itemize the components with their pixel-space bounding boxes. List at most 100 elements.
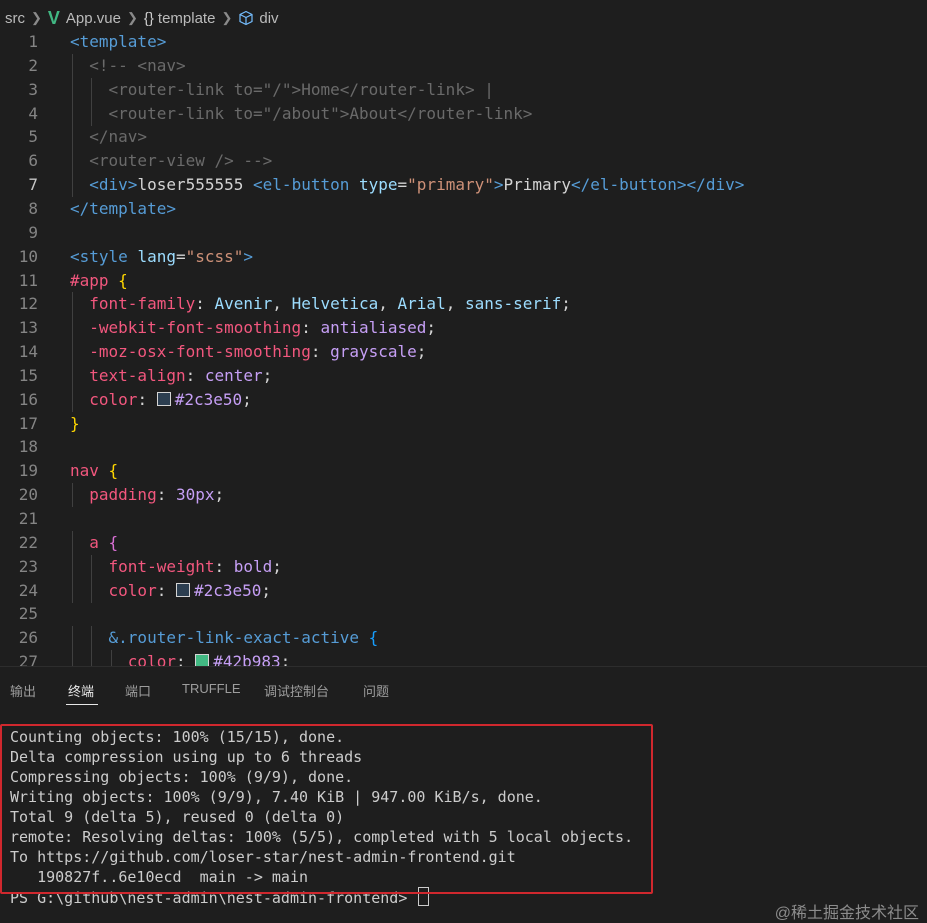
code-text: padding: 30px; [70,483,224,507]
code-token: color [127,652,176,666]
code-line[interactable]: 12 font-family: Avenir, Helvetica, Arial… [0,292,927,317]
code-line[interactable]: 3 <router-link to="/">Home</router-link>… [0,77,927,102]
highlight-box [0,724,653,894]
code-token: "scss" [185,246,244,266]
code-editor[interactable]: 1 <template> 2 <!-- <nav> 3 <router-link to… [0,30,927,666]
code-token: ; [561,294,571,314]
code-text: font-weight: bold; [70,555,282,579]
code-line[interactable]: 11 #app { [0,269,927,293]
code-line[interactable]: 25 [0,602,927,626]
code-line[interactable]: 23 font-weight: bold; [0,554,927,579]
code-line[interactable]: 20 padding: 30px; [0,483,927,508]
breadcrumb-section[interactable]: template [158,10,216,27]
chevron-right-icon: ❯ [31,10,42,25]
code-text: </template> [70,197,176,221]
code-line[interactable]: 16 color: #2c3e50; [0,387,927,412]
code-token: { [118,270,128,290]
line-number: 20 [18,485,38,505]
code-line[interactable]: 26 &.router-link-exact-active { [0,626,927,651]
code-token: = [175,246,186,266]
code-token: lang [137,246,176,266]
braces-icon: {} [143,9,154,27]
code-token: #app [70,270,119,290]
code-text: color: #2c3e50; [70,388,252,412]
panel-tabs: 输出 终端 端口 TRUFFLE 调试控制台 问题 [0,666,927,713]
code-text: &.router-link-exact-active { [70,626,379,650]
code-line[interactable]: 17} [0,412,927,436]
code-token: : [137,389,157,409]
line-number: 18 [18,437,38,457]
line-number: 4 [28,103,38,123]
code-token: : [195,294,215,314]
code-line[interactable]: 27 color: #42b983; [0,650,927,666]
code-token: > [243,246,254,266]
tab-truffle[interactable]: TRUFFLE [182,681,241,696]
code-line[interactable]: 13 -webkit-font-smoothing: antialiased; [0,316,927,341]
code-line[interactable]: 14 -moz-osx-font-smoothing: grayscale; [0,340,927,365]
line-number: 15 [18,365,38,385]
code-line[interactable]: 19 nav { [0,459,927,483]
code-token: { [108,532,119,552]
code-line[interactable]: 9 [0,221,927,245]
code-text: <div>loser555555 <el-button type="primar… [70,173,744,197]
code-token: <!-- <nav> [89,55,186,75]
cube-icon [239,10,253,26]
code-token: : [185,365,205,385]
code-line[interactable]: 8 </template> [0,197,927,221]
code-line[interactable]: 1 <template> [0,30,927,54]
code-token: = [397,175,408,195]
code-token: : [301,318,321,338]
color-swatch[interactable] [156,391,171,406]
line-number: 19 [18,461,38,481]
code-token: : [156,485,176,505]
line-number: 25 [18,604,38,624]
code-token: bold [233,556,273,576]
line-number: 26 [18,628,38,648]
code-line[interactable]: 21 [0,507,927,531]
code-text: nav { [70,459,118,483]
code-text: <router-link to="/">Home</router-link> | [70,78,494,102]
code-text: color: #42b983; [70,650,290,666]
code-token: nav [70,461,109,481]
line-number: 7 [28,175,38,195]
line-number: 5 [28,127,38,147]
code-line[interactable]: 15 text-align: center; [0,363,927,388]
code-token: </el-button></div> [570,175,745,195]
color-swatch[interactable] [195,654,210,666]
code-text: </nav> [70,125,147,149]
line-number: 13 [18,318,38,338]
tab-ports[interactable]: 端口 [125,681,151,700]
color-swatch[interactable] [175,582,190,597]
code-line[interactable]: 24 color: #2c3e50; [0,578,927,603]
code-line[interactable]: 10 <style lang="scss"> [0,245,927,269]
tab-debug-console[interactable]: 调试控制台 [264,681,329,700]
code-token: grayscale [330,342,417,362]
breadcrumb-folder[interactable]: src [5,10,25,27]
code-text: font-family: Avenir, Helvetica, Arial, s… [70,292,571,316]
code-token: ; [214,485,225,505]
code-line[interactable]: 2 <!-- <nav> [0,53,927,78]
tab-output[interactable]: 输出 [10,681,36,700]
code-token: sans-serif [464,294,562,314]
vue-file-icon: V [47,7,60,28]
code-line[interactable]: 18 [0,435,927,459]
tab-problems[interactable]: 问题 [363,681,389,700]
breadcrumb-file[interactable]: App.vue [66,10,121,27]
code-line[interactable]: 7 <div>loser555555 <el-button type="prim… [0,173,927,198]
code-line[interactable]: 4 <router-link to="/about">About</router… [0,101,927,126]
code-line[interactable]: 22 a { [0,530,927,555]
code-token: a [89,532,109,552]
code-line[interactable]: 5 </nav> [0,125,927,150]
code-line[interactable]: 6 <router-view /> --> [0,149,927,174]
tab-terminal[interactable]: 终端 [68,681,94,700]
breadcrumb-element[interactable]: div [259,10,278,27]
line-number: 11 [18,270,38,290]
code-text: <!-- <nav> [70,54,186,78]
